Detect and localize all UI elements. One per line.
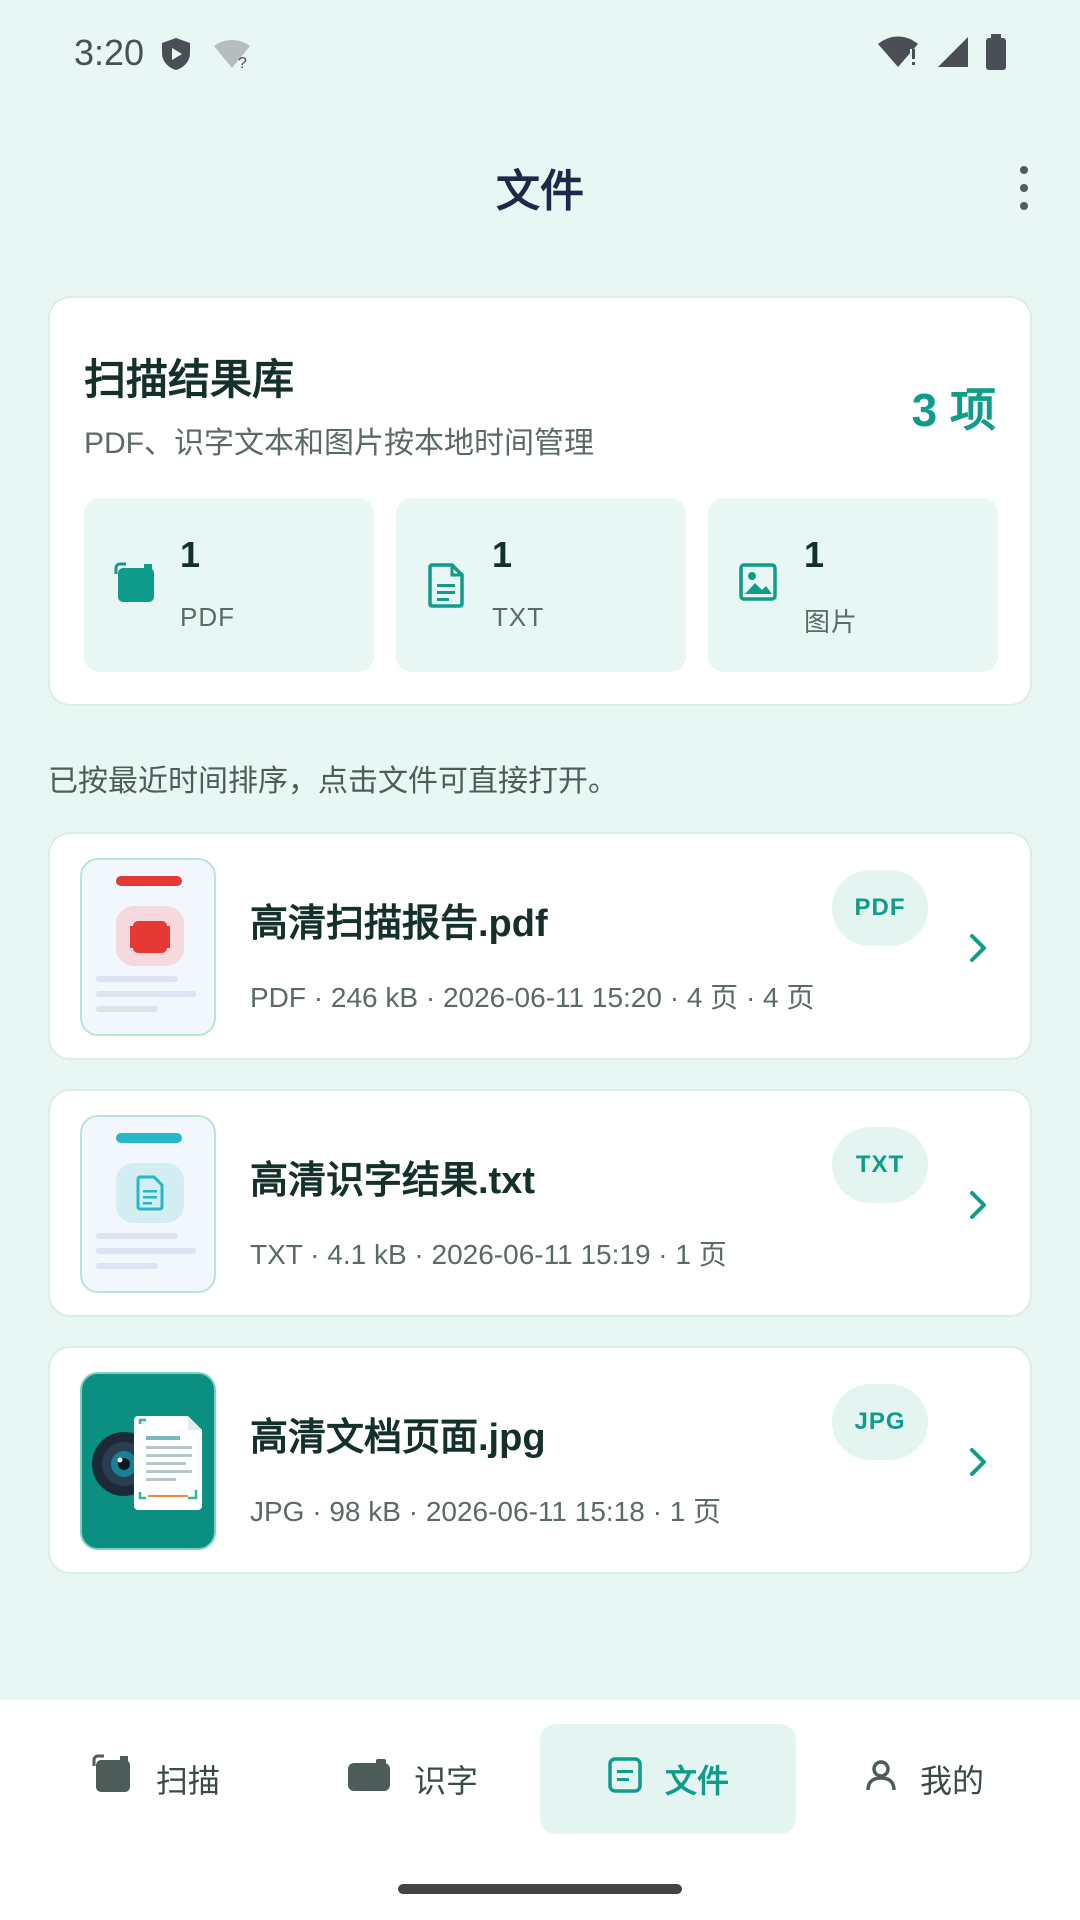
more-options-icon[interactable] [1012,166,1036,210]
file-item-txt[interactable]: 高清识字结果.txt TXT · 4.1 kB · 2026-06-11 15:… [48,1089,1032,1317]
summary-count: 3 项 [911,384,996,436]
sort-hint: 已按最近时间排序，点击文件可直接打开。 [48,765,618,798]
stat-txt-label: TXT [492,602,545,632]
image-icon [738,562,778,607]
file-item-jpg[interactable]: 高清文档页面.jpg JPG · 98 kB · 2026-06-11 15:1… [48,1346,1032,1574]
file-type-badge: TXT [832,1127,928,1203]
summary-title: 扫描结果库 [84,356,295,403]
nav-files[interactable]: 文件 [540,1724,796,1834]
file-name: 高清扫描报告.pdf [250,903,548,945]
text-file-icon [426,562,466,613]
txt-thumbnail [80,1115,216,1293]
file-meta: TXT · 4.1 kB · 2026-06-11 15:19 · 1 页 [250,1239,727,1270]
nav-profile[interactable]: 我的 [796,1724,1052,1834]
file-meta: JPG · 98 kB · 2026-06-11 15:18 · 1 页 [250,1496,722,1527]
nav-scan-label: 扫描 [155,1763,220,1799]
svg-text:?: ? [238,55,247,70]
file-name: 高清文档页面.jpg [250,1417,546,1459]
file-name: 高清识字结果.txt [250,1160,536,1202]
stat-pdf-value: 1 [180,534,201,575]
nav-ocr-label: 识字 [413,1763,478,1799]
stat-pdf-label: PDF [180,602,235,632]
file-meta: PDF · 246 kB · 2026-06-11 15:20 · 4 页 · … [250,982,815,1013]
summary-subtitle: PDF、识字文本和图片按本地时间管理 [84,427,594,460]
camera-icon [346,1757,392,1801]
file-icon [607,1756,643,1802]
file-type-badge: JPG [832,1384,928,1460]
person-icon [864,1758,898,1800]
file-type-badge: PDF [832,870,928,946]
stat-txt[interactable]: 1 TXT [396,498,686,672]
nav-files-label: 文件 [664,1763,729,1799]
chevron-right-icon [968,932,988,969]
status-time: 3:20 [74,32,145,73]
bottom-navigation: 扫描 识字 文件 我的 [0,1700,1080,1920]
file-item-pdf[interactable]: 高清扫描报告.pdf PDF · 246 kB · 2026-06-11 15:… [48,832,1032,1060]
status-bar: 3:20 ? [0,0,1080,110]
battery-icon [984,34,1008,75]
wifi-alert-icon [876,35,920,74]
stat-image-label: 图片 [804,607,859,637]
nav-ocr[interactable]: 识字 [284,1724,540,1834]
stat-image[interactable]: 1 图片 [708,498,998,672]
stat-image-value: 1 [804,534,825,575]
library-summary-card: 扫描结果库 PDF、识字文本和图片按本地时间管理 3 项 1 PDF 1 TXT… [48,296,1032,706]
chevron-right-icon [968,1446,988,1483]
scan-icon [92,1754,134,1804]
chevron-right-icon [968,1189,988,1226]
wifi-unknown-icon: ? [212,38,252,75]
scan-doc-icon [114,562,158,611]
page-title: 文件 [496,167,584,216]
pdf-thumbnail [80,858,216,1036]
shield-icon [160,36,192,77]
signal-icon [934,35,970,74]
nav-scan[interactable]: 扫描 [28,1724,284,1834]
home-indicator[interactable] [398,1884,682,1894]
stat-txt-value: 1 [492,534,513,575]
stat-pdf[interactable]: 1 PDF [84,498,374,672]
nav-profile-label: 我的 [919,1763,984,1799]
jpg-thumbnail [80,1372,216,1550]
